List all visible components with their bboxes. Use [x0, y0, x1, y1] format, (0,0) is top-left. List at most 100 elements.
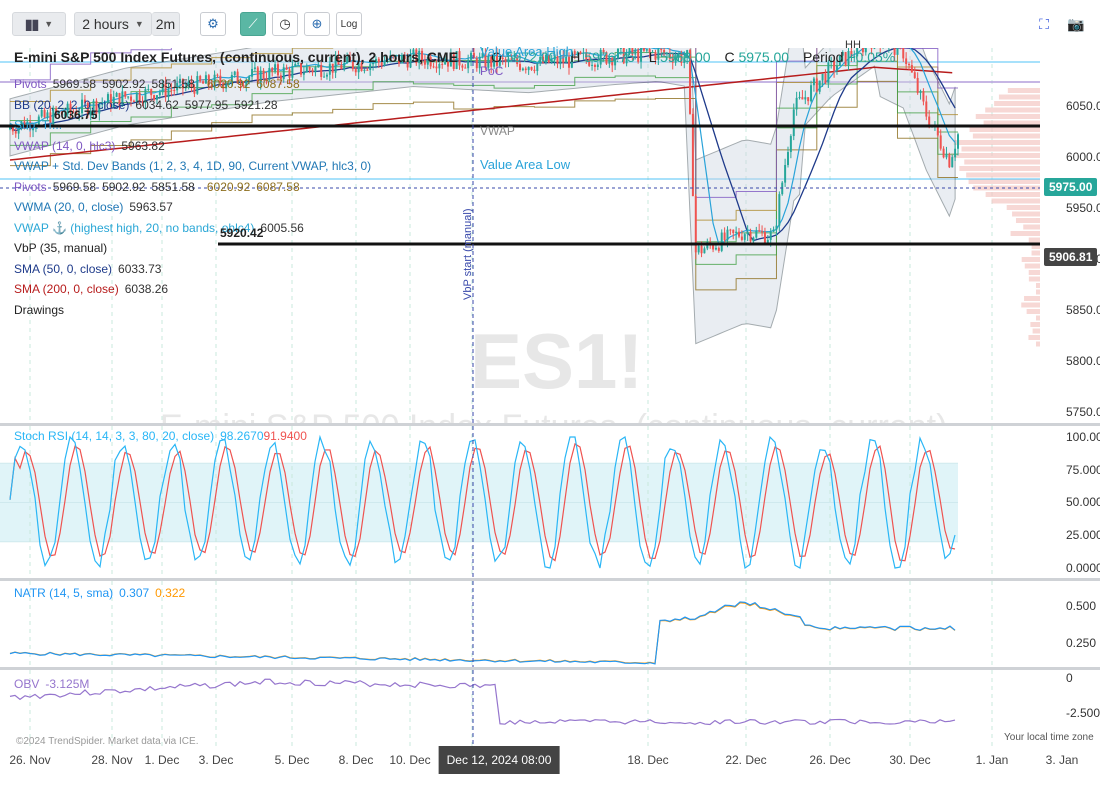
volume-profile-bar — [1015, 218, 1040, 223]
volume-profile-bar — [1023, 224, 1040, 230]
legend-row[interactable]: Drawings — [14, 300, 377, 321]
volume-profile-bar — [1031, 250, 1040, 256]
legend-value: 6033.73 — [118, 261, 162, 276]
candle-body — [807, 97, 810, 102]
time-tick-label: 3. Jan — [1045, 753, 1079, 767]
timezone-label[interactable]: Your local time zone — [1004, 732, 1094, 743]
legend-row[interactable]: VbP (35, manual) — [14, 238, 377, 259]
legend-value: 5921.28 — [234, 97, 278, 112]
legend-row[interactable]: SMA (200, 0, close) 6038.26 — [14, 279, 377, 300]
legend-value: 6005.56 — [260, 220, 304, 235]
candle-body — [818, 80, 821, 92]
candle-body — [475, 58, 478, 69]
natr-value-2: 0.322 — [155, 586, 186, 600]
candle-body — [798, 97, 801, 99]
time-tick-label: 10. Dec — [389, 753, 431, 767]
volume-profile-bar — [1021, 302, 1040, 308]
stoch-axis[interactable]: 100.0000 75.0000 50.0000 25.0000 0.0000 — [1040, 426, 1100, 578]
candle-body — [792, 109, 795, 137]
candle-body — [755, 230, 758, 238]
snapshot-button[interactable]: 📷 — [1066, 12, 1086, 36]
legend-row[interactable]: SMA (50, 0, close) 6033.73 — [14, 259, 377, 280]
candle-body — [285, 67, 288, 70]
obv-chart — [9, 670, 993, 746]
candle-body — [305, 67, 308, 73]
candle-body — [942, 148, 945, 158]
axis-tick-label: 5950.00 — [1066, 201, 1100, 215]
axis-tick-label: 50.0000 — [1066, 495, 1100, 509]
axis-tick-label: 5800.00 — [1066, 354, 1100, 368]
natr-axis[interactable]: 0.500 0.250 — [1040, 581, 1100, 667]
log-scale-button[interactable]: Log — [336, 12, 362, 36]
candle-body — [703, 248, 706, 254]
candle-body — [732, 229, 735, 234]
candle-body — [810, 85, 813, 102]
volume-profile-bar — [961, 146, 1040, 152]
stoch-d-value: 91.9400 — [263, 429, 307, 443]
legend-value: 5902.92 — [102, 77, 146, 91]
settings-button[interactable]: ⚙ — [200, 12, 226, 36]
drawing-tool-button[interactable]: ⟋ — [240, 12, 266, 36]
legend-value: 6087.58 — [256, 77, 300, 91]
time-tick-label: 26. Dec — [809, 753, 851, 767]
time-tick-label: 30. Dec — [889, 753, 931, 767]
candle-body — [925, 101, 928, 117]
legend-name: VWAP (14, 0, hlc3) — [14, 138, 116, 153]
stoch-k-value: 98.2670 — [220, 429, 264, 443]
candle-body — [308, 67, 311, 70]
candle-body — [821, 74, 824, 81]
volume-profile-bar — [959, 166, 1040, 171]
candle-body — [957, 134, 959, 149]
candle-body — [253, 67, 256, 70]
candle-body — [712, 245, 715, 250]
candle-body — [530, 67, 533, 70]
candle-body — [761, 231, 764, 233]
axis-tick-label: 100.0000 — [1066, 430, 1100, 444]
candle-body — [723, 232, 726, 241]
chart-type-dropdown[interactable]: ▮▮ ▼ — [12, 12, 66, 36]
chevron-down-icon: ▼ — [44, 19, 54, 29]
toolbar: ▮▮ ▼ 2 hours ▼ 2m ⚙ ⟋ ◷ ⊕ Log ⛶ 📷 — [0, 0, 1100, 48]
legend-row[interactable]: VWAP ⚓ (highest high, 20, no bands, ohlc… — [14, 218, 377, 239]
legend-row[interactable]: Pivots 5969.58 5902.92 5851.58 6020.92 6087.5… — [14, 177, 377, 198]
volume-profile-bar — [966, 172, 1040, 178]
obv-pane[interactable] — [0, 670, 1040, 746]
interval-label: 2 hours — [82, 16, 129, 32]
volume-profile-bar — [994, 101, 1040, 106]
legend-name: VWAP + Std. Dev Bands (1, 2, 3, 4, 1D, 9… — [14, 159, 372, 173]
level-high-label: 6036.75 — [54, 108, 98, 122]
time-tick-label: 8. Dec — [338, 753, 374, 767]
obv-legend: OBV -3.125M — [14, 677, 90, 691]
time-button[interactable]: ◷ — [272, 12, 298, 36]
hh-label: HH — [845, 39, 861, 51]
volume-profile-bar — [969, 127, 1040, 132]
legend-value: 6087.58 — [256, 179, 300, 194]
volume-profile-bar — [975, 114, 1040, 119]
crosshair-button[interactable]: ⊕ — [304, 12, 330, 36]
legend-value: 6020.92 — [206, 77, 251, 91]
ohlc-period: +0.05% — [847, 49, 896, 65]
stoch-rsi-chart — [0, 426, 993, 578]
ohlc-high: 5976.75 — [584, 49, 635, 65]
candle-body — [735, 231, 738, 234]
stoch-rsi-pane[interactable] — [0, 426, 1040, 578]
legend-value: 5851.58 — [151, 77, 195, 91]
candle-body — [954, 148, 957, 158]
price-axis[interactable]: 6050.006000.005950.005900.005850.005800.… — [1040, 48, 1100, 424]
candle-body — [919, 91, 922, 93]
legend-row[interactable]: Pivots 5969.58 5902.92 5851.58 6020.92 6087.5… — [14, 74, 377, 95]
interval-dropdown[interactable]: 2 hours ▼ — [74, 12, 152, 36]
legend-row[interactable]: VWAP + Std. Dev Bands (1, 2, 3, 4, 1D, 9… — [14, 156, 377, 177]
candle-body — [769, 231, 772, 240]
ohlc-close: 5975.00 — [738, 49, 790, 65]
clock-icon: ◷ — [279, 16, 291, 31]
time-axis[interactable]: 3. Jan 1. Jan 30. Dec 26. Dec 22. Dec 18. Dec… — [0, 746, 1100, 788]
fullscreen-button[interactable]: ⛶ — [1034, 12, 1054, 36]
legend-row[interactable]: VWAP (14, 0, hlc3) 5963.82 — [14, 136, 377, 157]
candle-body — [524, 68, 527, 71]
volume-profile-bar — [973, 185, 1040, 191]
volume-profile-bar — [1026, 309, 1040, 314]
interval-short-button[interactable]: 2m — [152, 12, 180, 36]
camera-icon: 📷 — [1067, 15, 1085, 32]
legend-row[interactable]: VWMA (20, 0, close) 5963.57 — [14, 197, 377, 218]
